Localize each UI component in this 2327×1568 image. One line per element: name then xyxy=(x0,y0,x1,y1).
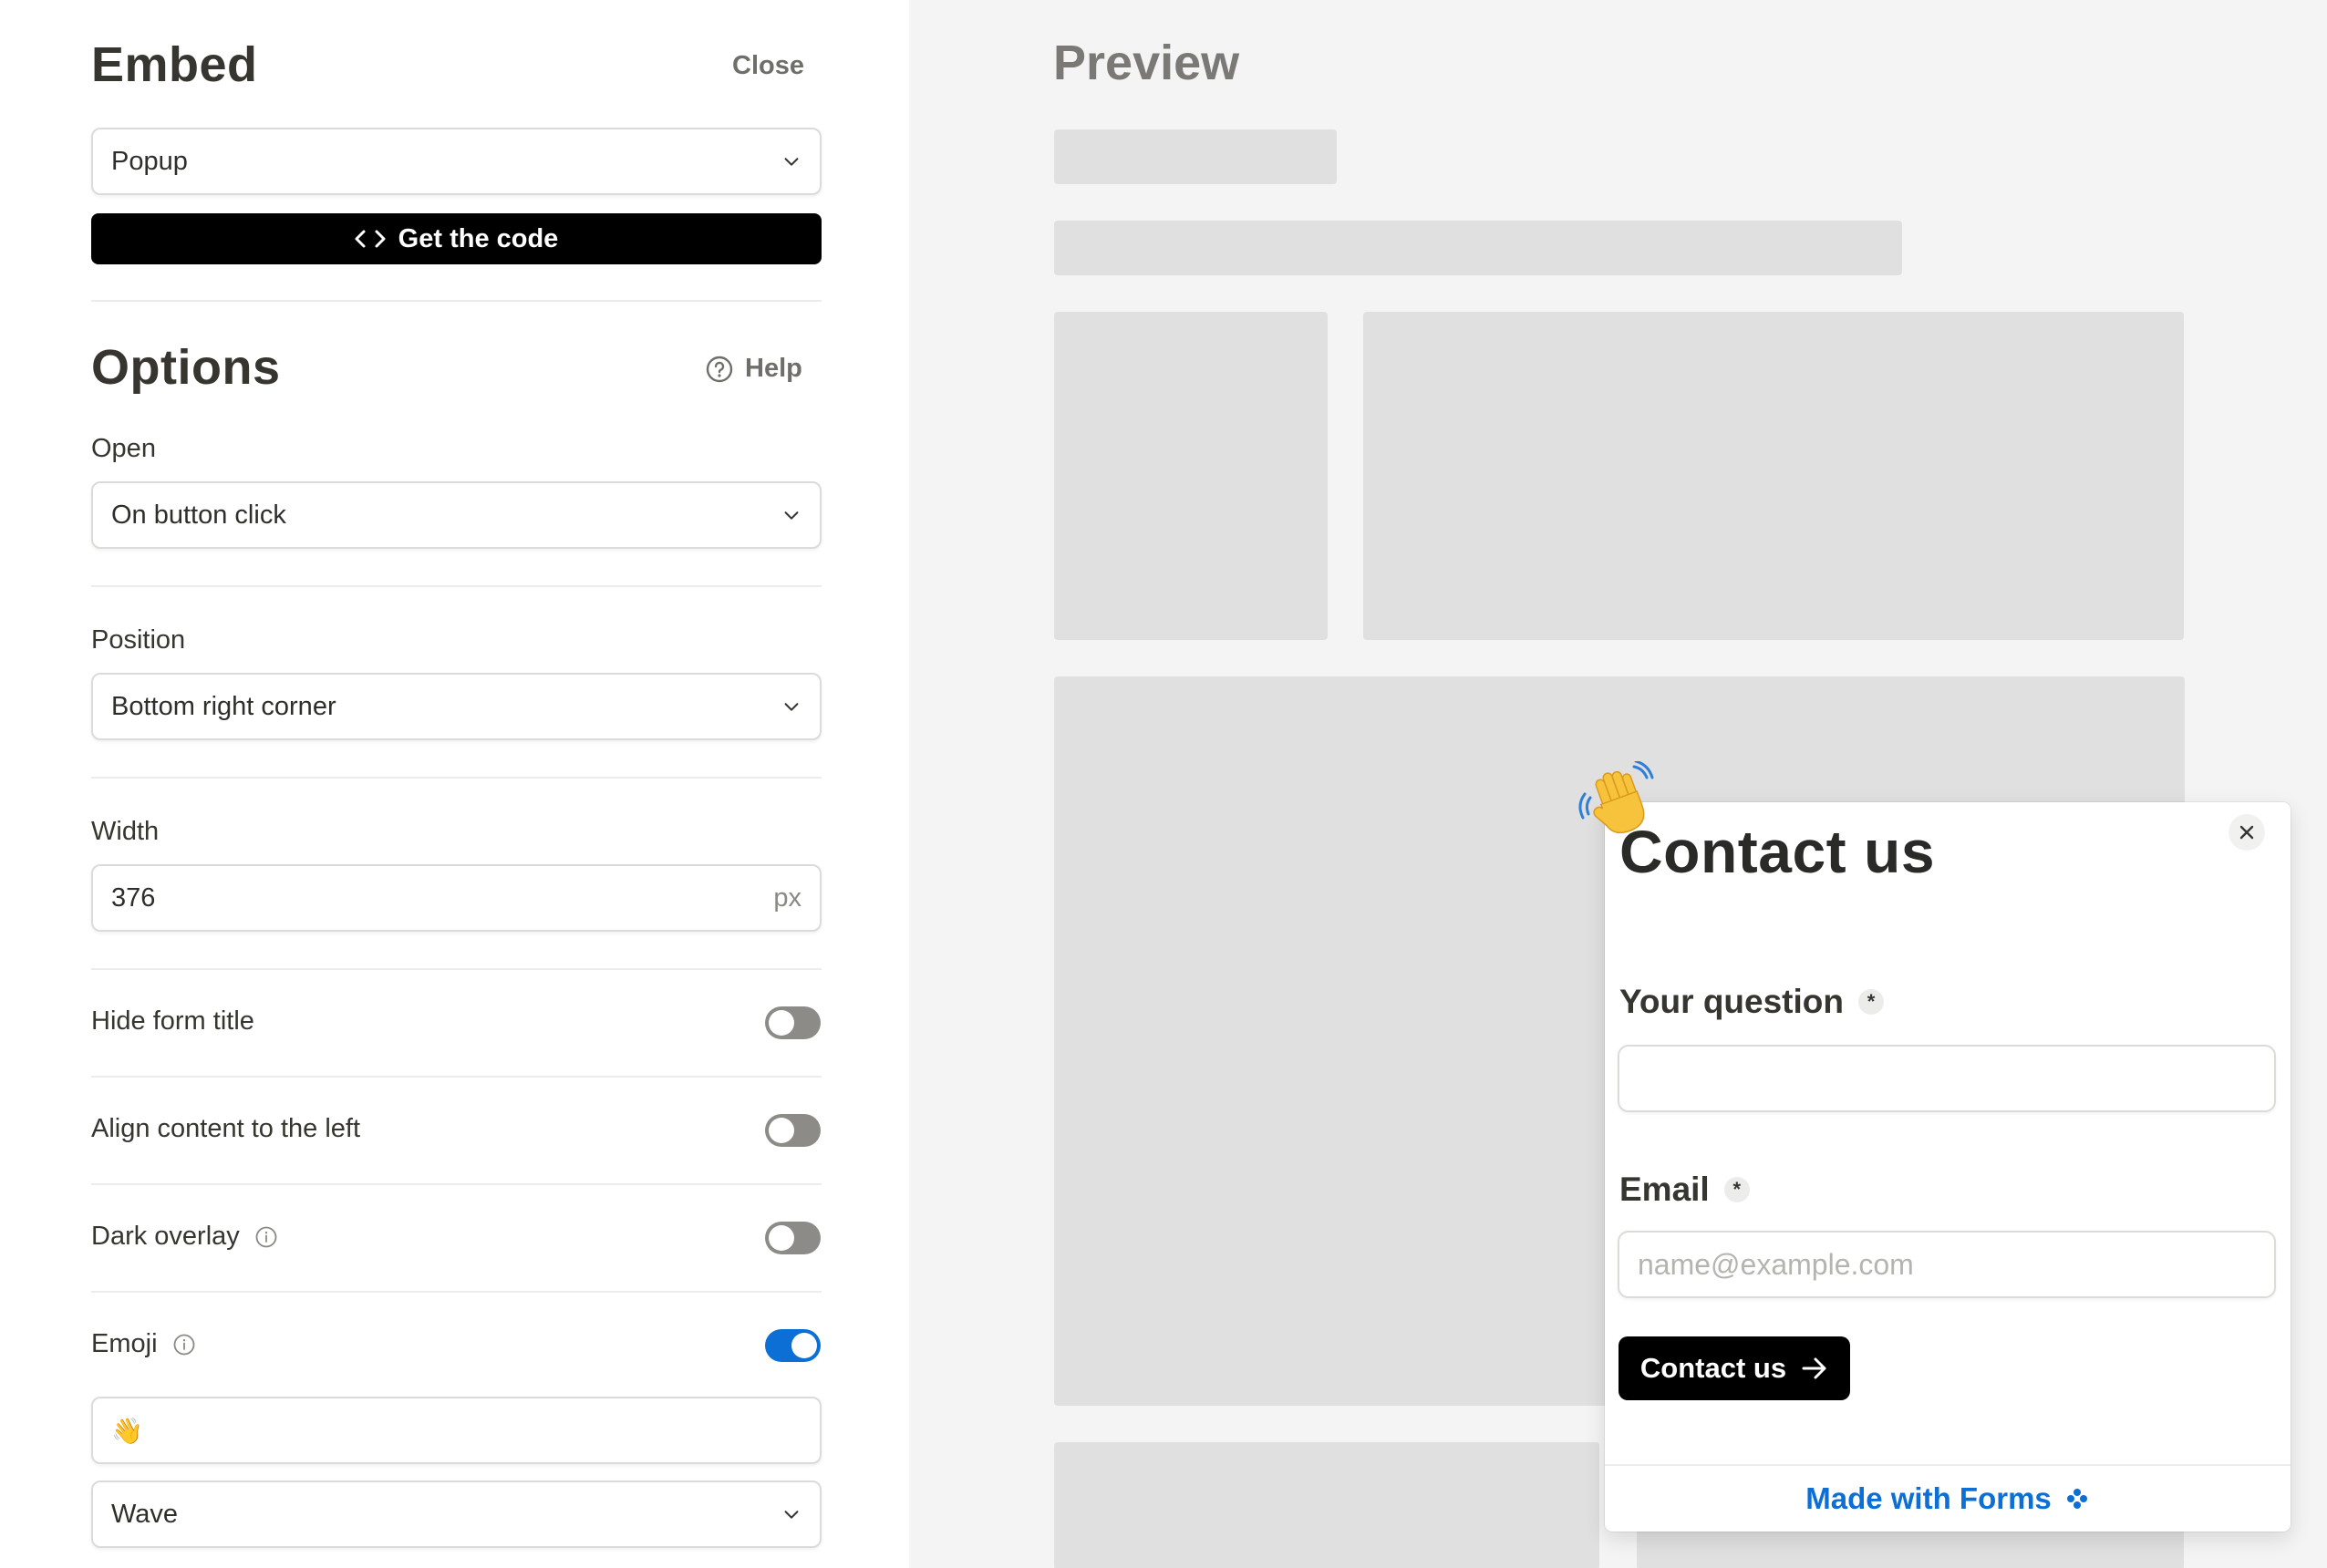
embed-mode-select[interactable]: Popup xyxy=(91,128,822,195)
contact-us-button[interactable]: Contact us xyxy=(1619,1336,1850,1400)
hide-form-title-toggle[interactable] xyxy=(765,1006,821,1039)
position-label: Position xyxy=(91,625,186,655)
divider xyxy=(91,1183,822,1185)
code-icon xyxy=(355,230,386,248)
popup-close-button[interactable] xyxy=(2229,814,2265,851)
embed-title: Embed xyxy=(91,37,258,92)
email-placeholder: name@example.com xyxy=(1638,1247,1914,1281)
open-select[interactable]: On button click xyxy=(91,481,822,549)
toggle-knob xyxy=(769,1010,794,1036)
width-label: Width xyxy=(91,817,160,846)
chevron-down-icon xyxy=(784,703,799,711)
required-icon: * xyxy=(1857,989,1884,1015)
hide-form-title-label: Hide form title xyxy=(91,1006,254,1037)
toggle-label: Emoji xyxy=(91,1329,158,1358)
position-value: Bottom right corner xyxy=(111,691,336,721)
embed-settings-panel: Embed Close Popup Get the code Options H… xyxy=(0,0,909,1568)
placeholder-block xyxy=(1054,221,1902,275)
question-input[interactable] xyxy=(1618,1045,2276,1112)
toggle-label: Align content to the left xyxy=(91,1114,361,1143)
popup-title: Contact us xyxy=(1619,818,1936,885)
position-select[interactable]: Bottom right corner xyxy=(91,673,822,740)
open-label: Open xyxy=(91,434,156,463)
forms-logo-icon xyxy=(2066,1489,2087,1509)
dark-overlay-label: Dark overlay xyxy=(91,1222,278,1252)
emoji-toggle[interactable] xyxy=(765,1329,821,1362)
toggle-label: Dark overlay xyxy=(91,1222,240,1251)
made-with-forms-link[interactable]: Made with Forms xyxy=(1605,1464,2291,1532)
emoji-label: Emoji xyxy=(91,1329,196,1359)
placeholder-block xyxy=(1054,312,1328,640)
placeholder-block xyxy=(1054,1442,1599,1568)
get-the-code-button[interactable]: Get the code xyxy=(91,213,822,264)
help-button[interactable]: Help xyxy=(705,354,802,384)
divider xyxy=(91,300,822,302)
email-field[interactable]: name@example.com xyxy=(1618,1231,2276,1298)
email-label-text: Email xyxy=(1619,1171,1710,1208)
help-label: Help xyxy=(745,354,802,383)
close-icon xyxy=(2239,825,2254,840)
width-value: 376 xyxy=(111,882,156,913)
question-label-text: Your question xyxy=(1619,983,1844,1020)
emoji-value: 👋 xyxy=(111,1416,143,1445)
placeholder-block xyxy=(1054,129,1337,184)
emoji-input[interactable]: 👋 xyxy=(91,1397,822,1464)
contact-us-label: Contact us xyxy=(1639,1352,1787,1384)
wave-emoji-icon xyxy=(1578,761,1654,834)
width-unit: px xyxy=(773,882,802,913)
info-icon[interactable] xyxy=(172,1333,196,1357)
dark-overlay-toggle[interactable] xyxy=(765,1222,821,1254)
align-left-label: Align content to the left xyxy=(91,1114,360,1144)
help-icon xyxy=(706,356,733,382)
placeholder-block xyxy=(1363,312,2184,640)
made-with-forms-label: Made with Forms xyxy=(1805,1481,2052,1515)
divider xyxy=(91,968,822,970)
toggle-knob xyxy=(769,1225,794,1251)
info-icon[interactable] xyxy=(254,1225,278,1249)
chevron-down-icon xyxy=(784,1511,799,1519)
divider xyxy=(91,585,822,587)
emoji-animation-select[interactable]: Wave xyxy=(91,1480,822,1548)
question-label: Your question * xyxy=(1619,983,1884,1021)
get-the-code-label: Get the code xyxy=(398,223,559,253)
embed-mode-value: Popup xyxy=(111,146,188,176)
close-label: Close xyxy=(732,51,804,80)
chevron-down-icon xyxy=(784,158,799,166)
arrow-right-icon xyxy=(1802,1357,1826,1379)
toggle-knob xyxy=(791,1333,817,1358)
required-icon: * xyxy=(1723,1177,1750,1202)
popup-form: Contact us Your question * Email * name@… xyxy=(1605,802,2291,1532)
divider xyxy=(91,1076,822,1078)
divider xyxy=(91,777,822,779)
divider xyxy=(91,1291,822,1293)
align-left-toggle[interactable] xyxy=(765,1114,821,1147)
options-title: Options xyxy=(91,340,281,395)
emoji-animation-value: Wave xyxy=(111,1499,179,1529)
open-value: On button click xyxy=(111,500,286,530)
toggle-knob xyxy=(769,1118,794,1143)
email-label: Email * xyxy=(1619,1171,1750,1209)
chevron-down-icon xyxy=(784,511,799,520)
toggle-label: Hide form title xyxy=(91,1006,254,1036)
preview-title: Preview xyxy=(1053,36,1240,90)
width-input[interactable]: 376 px xyxy=(91,864,822,932)
close-button[interactable]: Close xyxy=(732,51,804,81)
